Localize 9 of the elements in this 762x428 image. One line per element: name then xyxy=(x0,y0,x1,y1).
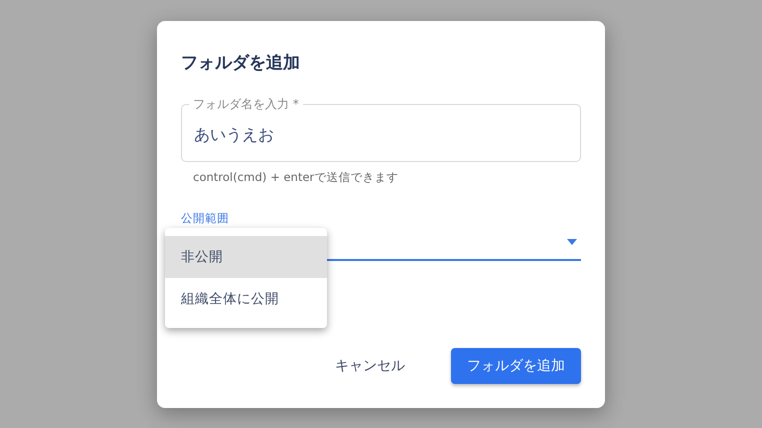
menu-item[interactable]: 組織全体に公開 xyxy=(165,278,327,320)
cancel-button[interactable]: キャンセル xyxy=(319,348,421,384)
menu-item[interactable]: 非公開 xyxy=(165,236,327,278)
field-label: フォルダ名を入力 * xyxy=(189,96,303,110)
dialog-title: フォルダを追加 xyxy=(181,52,301,74)
helper-text: control(cmd) + enterで送信できます xyxy=(193,170,400,184)
visibility-label: 公開範囲 xyxy=(181,212,229,224)
dropdown-arrow-icon xyxy=(567,238,577,244)
add-folder-button[interactable]: フォルダを追加 xyxy=(451,348,581,384)
